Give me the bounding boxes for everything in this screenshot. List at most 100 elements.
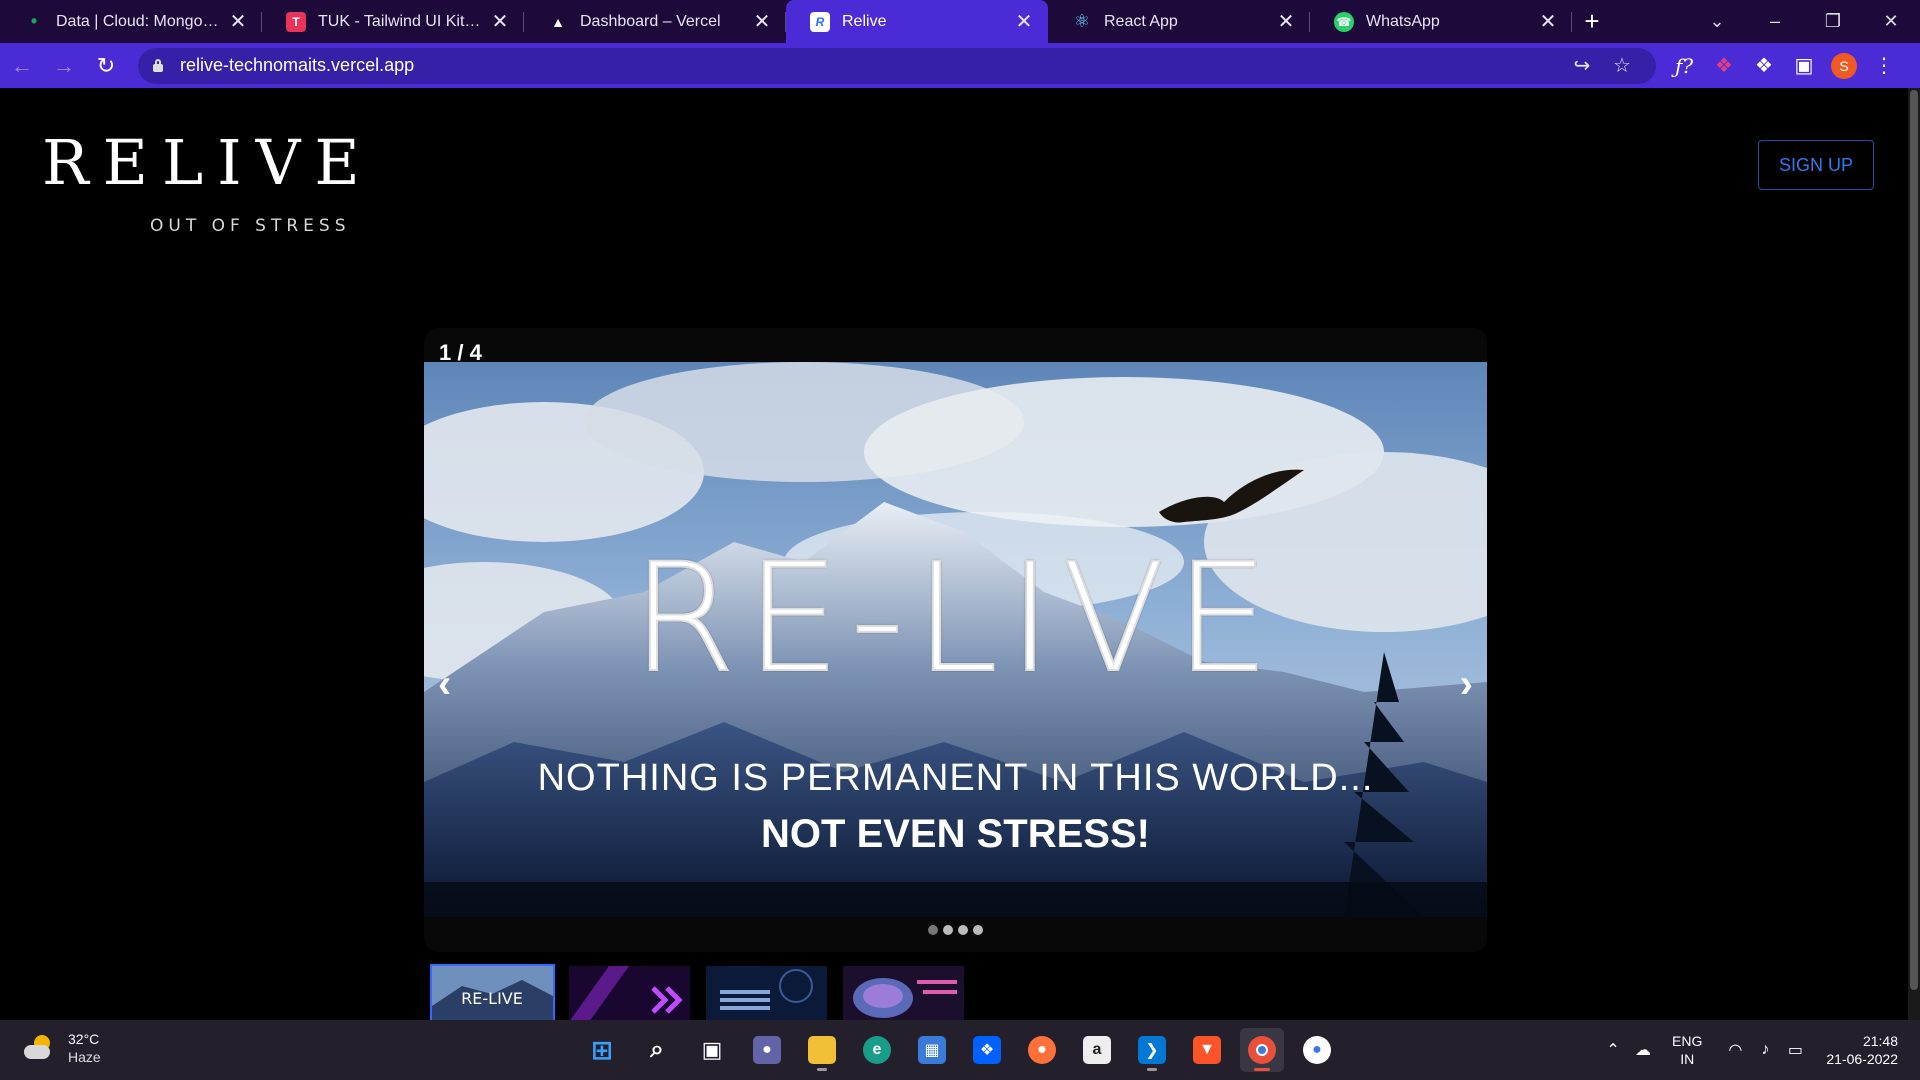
tuk-icon: T (286, 11, 306, 32)
close-icon[interactable]: ✕ (1014, 11, 1034, 33)
edge-browser-icon[interactable]: e (855, 1028, 899, 1072)
task-view-icon[interactable]: ▣ (690, 1028, 734, 1072)
tab-search-chevron-icon[interactable]: ⌄ (1688, 0, 1746, 43)
tab-whatsapp[interactable]: ☎ WhatsApp ✕ (1310, 0, 1572, 43)
tab-title: Dashboard – Vercel (580, 12, 721, 30)
language-indicator[interactable]: ENG IN (1672, 1032, 1702, 1068)
microsoft-store-icon[interactable]: ▦ (910, 1028, 954, 1072)
bookmark-star-icon[interactable]: ☆ (1602, 53, 1642, 78)
carousel-dot[interactable] (958, 925, 968, 935)
tab-title: Data | Cloud: MongoDB Clo (56, 12, 220, 30)
tab-relive[interactable]: R Relive ✕ (786, 0, 1048, 43)
side-panel-icon[interactable]: ▣ (1784, 46, 1824, 86)
share-icon[interactable]: ↪ (1562, 53, 1602, 78)
onedrive-offline-icon[interactable]: ☁ (1628, 1040, 1658, 1060)
close-icon[interactable]: ✕ (1276, 11, 1296, 33)
mongodb-leaf-icon: • (30, 11, 38, 31)
tab-title: WhatsApp (1366, 12, 1440, 30)
window-controls: ⌄ – ❐ ✕ (1688, 0, 1920, 43)
battery-icon[interactable]: ▭ (1780, 1040, 1810, 1060)
system-tray: ⌃ ☁ ENG IN ◠ ♪ ▭ 21:48 21-06-2022 (1598, 1020, 1920, 1080)
weather-condition: Haze (68, 1049, 101, 1065)
formula-extension-icon[interactable]: ƒ? (1664, 46, 1704, 86)
dropbox-icon[interactable]: ❖ (965, 1028, 1009, 1072)
puzzle-extensions-icon[interactable]: ❖ (1744, 46, 1784, 86)
vercel-triangle-icon: ▲ (551, 13, 565, 30)
color-picker-extension-icon[interactable]: ❖ (1704, 46, 1744, 86)
firefox-icon[interactable]: ● (1020, 1028, 1064, 1072)
address-bar[interactable]: relive-technomaits.vercel.app ↪ ☆ (138, 47, 1656, 84)
react-atom-icon: ⚛ (1073, 11, 1091, 31)
close-icon[interactable]: ✕ (752, 11, 772, 33)
taskbar-apps: ⊞ ⌕ ▣ ● e ▦ ❖ ● a ❯ ▼ ● (580, 1028, 1339, 1072)
running-indicator (817, 1068, 827, 1071)
slide-headline: RE-LIVE (630, 531, 1280, 707)
language-code: ENG (1672, 1033, 1703, 1049)
new-tab-button[interactable]: + (1572, 0, 1612, 43)
wifi-icon[interactable]: ◠ (1720, 1040, 1750, 1060)
thumbnail-blue-image (706, 966, 827, 1020)
carousel-dots (424, 925, 1487, 935)
thumbnail-relive[interactable]: RE-LIVE (430, 964, 555, 1020)
carousel-prev-button[interactable]: ‹ (438, 662, 451, 707)
tab-vercel-dashboard[interactable]: ▲ Dashboard – Vercel ✕ (524, 0, 786, 43)
tab-title: React App (1104, 12, 1178, 30)
site-logo[interactable]: RELIVE (42, 126, 374, 199)
thumbnail-mental-health-priority[interactable] (704, 964, 829, 1020)
restore-button[interactable]: ❐ (1804, 0, 1862, 43)
tab-title: TUK - Tailwind UI Kit How to (318, 12, 482, 30)
relive-favicon-icon: R (810, 11, 830, 32)
close-icon[interactable]: ✕ (228, 11, 248, 33)
tab-tailwind-ui-kit[interactable]: T TUK - Tailwind UI Kit How to ✕ (262, 0, 524, 43)
search-icon[interactable]: ⌕ (635, 1028, 679, 1072)
close-window-button[interactable]: ✕ (1862, 0, 1920, 43)
amazon-icon[interactable]: a (1075, 1028, 1119, 1072)
svg-text:RE-LIVE: RE-LIVE (461, 989, 523, 1008)
close-icon[interactable]: ✕ (490, 11, 510, 33)
teams-chat-icon[interactable]: ● (745, 1028, 789, 1072)
sign-up-button[interactable]: SIGN UP (1758, 140, 1874, 190)
language-region: IN (1680, 1051, 1695, 1067)
partly-cloudy-icon (24, 1035, 54, 1061)
slide-tagline-bold: NOT EVEN STRESS! (761, 812, 1150, 856)
carousel-dot[interactable] (928, 925, 938, 935)
carousel-next-button[interactable]: › (1460, 662, 1473, 707)
reload-icon[interactable]: ↻ (86, 46, 126, 86)
start-windows-icon[interactable]: ⊞ (580, 1028, 624, 1072)
whatsapp-icon: ☎ (1334, 11, 1354, 32)
slide-tagline: NOTHING IS PERMANENT IN THIS WORLD... (537, 757, 1374, 799)
clock[interactable]: 21:48 21-06-2022 (1826, 1032, 1898, 1068)
kebab-menu-icon[interactable]: ⋮ (1864, 46, 1904, 86)
brave-browser-icon[interactable]: ▼ (1185, 1028, 1229, 1072)
weather-temperature: 32°C (68, 1031, 100, 1047)
page-scrollbar[interactable] (1908, 88, 1920, 1020)
tab-mongodb[interactable]: • Data | Cloud: MongoDB Clo ✕ (0, 0, 262, 43)
tray-chevron-up-icon[interactable]: ⌃ (1598, 1040, 1628, 1060)
carousel-dot[interactable] (973, 925, 983, 935)
scrollbar-thumb[interactable] (1910, 90, 1918, 990)
thumbnail-brain-image (843, 966, 964, 1020)
vscode-icon[interactable]: ❯ (1130, 1028, 1174, 1072)
thumbnail-mental-health-matters[interactable] (841, 964, 966, 1020)
close-icon[interactable]: ✕ (1538, 11, 1558, 33)
clock-time: 21:48 (1862, 1033, 1898, 1049)
file-explorer-icon[interactable] (800, 1028, 844, 1072)
forward-arrow-icon[interactable]: → (44, 46, 84, 86)
thumbnail-purple-chevrons[interactable] (567, 964, 692, 1020)
thumbnail-relive-image: RE-LIVE (432, 966, 553, 1020)
carousel-dot[interactable] (943, 925, 953, 935)
back-arrow-icon[interactable]: ← (2, 46, 42, 86)
minimize-button[interactable]: – (1746, 0, 1804, 43)
url-text[interactable]: relive-technomaits.vercel.app (180, 55, 1562, 76)
clock-date: 21-06-2022 (1826, 1051, 1898, 1067)
volume-icon[interactable]: ♪ (1750, 1041, 1780, 1059)
profile-avatar[interactable]: S (1831, 52, 1857, 79)
windows-taskbar: 32°C Haze ⊞ ⌕ ▣ ● e ▦ ❖ ● a ❯ ▼ ● ⌃ ☁ EN… (0, 1020, 1920, 1080)
signal-icon[interactable]: ● (1295, 1028, 1339, 1072)
tab-react-app[interactable]: ⚛ React App ✕ (1048, 0, 1310, 43)
lock-icon[interactable] (152, 58, 164, 73)
chrome-icon[interactable] (1240, 1028, 1284, 1072)
weather-widget[interactable]: 32°C Haze (24, 1030, 101, 1066)
extension-icons: ƒ? ❖ ❖ ▣ S ⋮ (1664, 46, 1904, 86)
page-content: RELIVE OUT OF STRESS SIGN UP 1 / 4 RE-LI… (0, 88, 1908, 1020)
